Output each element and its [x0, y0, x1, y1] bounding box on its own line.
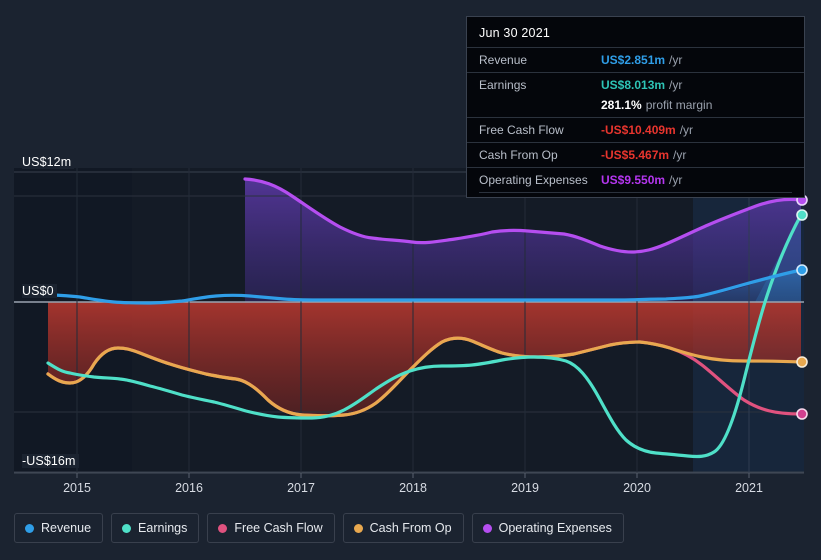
tooltip-row-profit-margin: 281.1% profit margin [467, 97, 804, 117]
tooltip-value-operating-expenses: US$9.550m [601, 173, 666, 187]
chart-legend: Revenue Earnings Free Cash Flow Cash Fro… [14, 513, 624, 543]
tooltip-bottom-divider [479, 192, 792, 193]
x-axis-label-2020: 2020 [623, 481, 651, 495]
tooltip-row-free-cash-flow: Free Cash Flow -US$10.409m /yr [467, 117, 804, 142]
legend-item-revenue[interactable]: Revenue [14, 513, 104, 543]
tooltip-value-earnings: US$8.013m [601, 78, 666, 92]
tooltip-unit-earnings: /yr [669, 78, 683, 92]
chart-tooltip: Jun 30 2021 Revenue US$2.851m /yr Earnin… [466, 16, 805, 198]
x-axis-label-2021: 2021 [735, 481, 763, 495]
x-axis-label-2017: 2017 [287, 481, 315, 495]
legend-dot-free-cash-flow-icon [218, 523, 228, 533]
legend-label-cash-from-op: Cash From Op [369, 521, 452, 535]
tooltip-value-revenue: US$2.851m [601, 53, 666, 67]
tooltip-label-cash-from-op: Cash From Op [479, 148, 558, 162]
legend-dot-operating-expenses-icon [482, 523, 492, 533]
y-axis-label-bottom: -US$16m [22, 454, 79, 468]
legend-label-earnings: Earnings [138, 521, 188, 535]
tooltip-row-earnings: Earnings US$8.013m /yr [467, 72, 804, 97]
tooltip-row-revenue: Revenue US$2.851m /yr [467, 47, 804, 72]
x-axis-label-2016: 2016 [175, 481, 203, 495]
legend-dot-cash-from-op-icon [353, 523, 363, 533]
x-axis-label-2018: 2018 [399, 481, 427, 495]
legend-label-free-cash-flow: Free Cash Flow [234, 521, 323, 535]
x-axis-label-2015: 2015 [63, 481, 91, 495]
tooltip-label-earnings: Earnings [479, 78, 527, 92]
x-axis-label-2019: 2019 [511, 481, 539, 495]
tooltip-value-profit-margin: 281.1% [601, 98, 642, 112]
tooltip-label-free-cash-flow: Free Cash Flow [479, 123, 564, 137]
tooltip-unit-cash-from-op: /yr [673, 148, 687, 162]
tooltip-label-revenue: Revenue [479, 53, 528, 67]
legend-dot-earnings-icon [122, 523, 132, 533]
y-axis-label-zero: US$0 [22, 284, 57, 298]
legend-label-revenue: Revenue [41, 521, 92, 535]
endpoint-earnings [796, 209, 808, 221]
legend-item-operating-expenses[interactable]: Operating Expenses [471, 513, 624, 543]
tooltip-date: Jun 30 2021 [479, 26, 551, 40]
endpoint-revenue [796, 264, 808, 276]
endpoint-cash-from-op [796, 356, 808, 368]
legend-label-operating-expenses: Operating Expenses [498, 521, 612, 535]
tooltip-row-operating-expenses: Operating Expenses US$9.550m /yr [467, 167, 804, 192]
endpoint-free-cash-flow [796, 408, 808, 420]
tooltip-value-free-cash-flow: -US$10.409m [601, 123, 676, 137]
tooltip-label-operating-expenses: Operating Expenses [479, 173, 588, 187]
tooltip-unit-free-cash-flow: /yr [679, 123, 694, 137]
legend-item-cash-from-op[interactable]: Cash From Op [342, 513, 464, 543]
legend-item-earnings[interactable]: Earnings [111, 513, 200, 543]
tooltip-unit-revenue: /yr [669, 53, 683, 67]
legend-dot-revenue-icon [25, 523, 34, 533]
y-axis-label-top: US$12m [22, 155, 75, 169]
tooltip-value-cash-from-op: -US$5.467m [601, 148, 670, 162]
tooltip-row-cash-from-op: Cash From Op -US$5.467m /yr [467, 142, 804, 167]
tooltip-unit-operating-expenses: /yr [669, 173, 683, 187]
tooltip-text-profit-margin: profit margin [645, 98, 713, 112]
legend-item-free-cash-flow[interactable]: Free Cash Flow [207, 513, 335, 543]
